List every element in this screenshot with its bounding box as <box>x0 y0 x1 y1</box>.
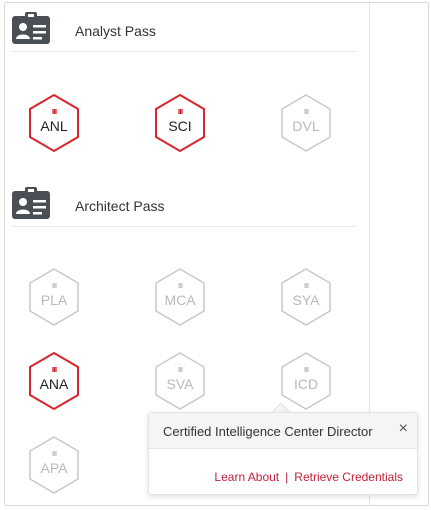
badge-code: DVL <box>292 118 320 134</box>
popover-header: Certified Intelligence Center Director × <box>149 413 417 449</box>
badge-mark-icon: ııı <box>177 106 184 116</box>
badge-sva[interactable]: ııı SVA <box>153 351 207 411</box>
close-icon[interactable]: × <box>399 420 408 438</box>
section-header-analyst-pass: Analyst Pass <box>12 12 357 48</box>
retrieve-credentials-link[interactable]: Retrieve Credentials <box>294 470 403 484</box>
badge-sya[interactable]: ııı SYA <box>279 267 333 327</box>
badge-mark-icon: ııı <box>177 280 184 290</box>
badge-code: ANA <box>39 376 69 392</box>
badge-mark-icon: ııı <box>51 106 58 116</box>
popover-links: Learn About | Retrieve Credentials <box>214 470 403 484</box>
badge-code: ANL <box>40 118 68 134</box>
section-title: Architect Pass <box>75 198 165 214</box>
badge-mark-icon: ııı <box>303 280 310 290</box>
badge-icd[interactable]: ııı ICD <box>279 351 333 411</box>
section-divider <box>12 226 356 227</box>
learn-about-link[interactable]: Learn About <box>214 470 279 484</box>
id-card-icon <box>12 187 50 224</box>
badge-ana[interactable]: ııı ANA <box>27 351 81 411</box>
badge-mark-icon: ııı <box>51 280 58 290</box>
badge-dvl[interactable]: ııı DVL <box>279 93 333 153</box>
link-separator: | <box>285 470 289 484</box>
badge-mark-icon: ııı <box>51 364 58 374</box>
badge-code: MCA <box>164 292 196 308</box>
popover-title: Certified Intelligence Center Director <box>163 424 373 439</box>
badge-code: SVA <box>166 376 194 392</box>
badge-pla[interactable]: ııı PLA <box>27 267 81 327</box>
badge-code: APA <box>40 460 68 476</box>
badge-anl[interactable]: ııı ANL <box>27 93 81 153</box>
badge-mark-icon: ııı <box>51 448 58 458</box>
id-card-icon <box>12 12 50 49</box>
badge-sci[interactable]: ııı SCI <box>153 93 207 153</box>
badge-apa[interactable]: ııı APA <box>27 435 81 495</box>
badge-mark-icon: ııı <box>177 364 184 374</box>
section-title: Analyst Pass <box>75 23 156 39</box>
badge-mark-icon: ııı <box>303 364 310 374</box>
section-divider <box>12 51 356 52</box>
badge-code: SYA <box>292 292 320 308</box>
badge-code: ICD <box>293 376 319 392</box>
badge-mca[interactable]: ııı MCA <box>153 267 207 327</box>
badge-code: SCI <box>168 118 192 134</box>
badge-code: PLA <box>40 292 68 308</box>
section-header-architect-pass: Architect Pass <box>12 187 357 223</box>
credential-popover: Certified Intelligence Center Director ×… <box>148 412 418 495</box>
badge-mark-icon: ııı <box>303 106 310 116</box>
